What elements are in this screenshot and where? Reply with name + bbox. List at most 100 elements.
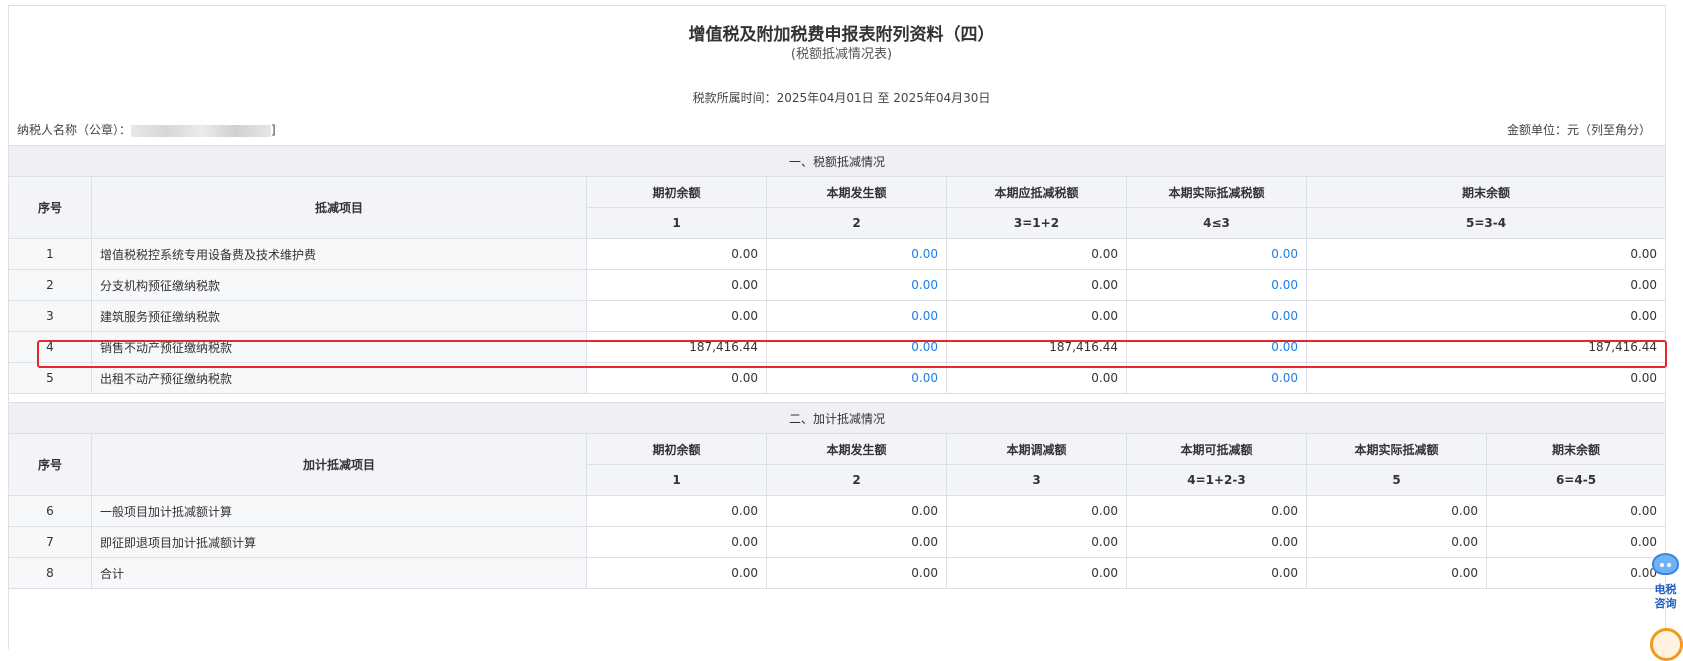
col-formula: 1 <box>586 207 767 239</box>
cell-value: 0.00 <box>586 362 767 394</box>
cell-value: 0.00 <box>1485 526 1667 558</box>
cell-link[interactable]: 0.00 <box>766 331 947 363</box>
row-item: 一般项目加计抵减额计算 <box>91 495 587 527</box>
table-row-highlighted: 4 销售不动产预征缴纳税款 187,416.44 0.00 187,416.44… <box>8 331 1667 363</box>
amount-unit: 金额单位：元（列至角分） <box>1506 123 1651 137</box>
table-row: 6 一般项目加计抵减额计算 0.00 0.00 0.00 0.00 0.00 0… <box>8 495 1667 527</box>
cell-value: 0.00 <box>1126 526 1307 558</box>
cell-value: 0.00 <box>1485 557 1667 589</box>
cell-value: 0.00 <box>946 300 1127 332</box>
col-header: 期初余额 <box>586 433 767 465</box>
cell-value: 0.00 <box>586 557 767 589</box>
row-item: 合计 <box>91 557 587 589</box>
cell-value: 0.00 <box>1485 495 1667 527</box>
row-item: 分支机构预征缴纳税款 <box>91 269 587 301</box>
col-item: 抵减项目 <box>91 176 587 239</box>
table-row: 1 增值税税控系统专用设备费及技术维护费 0.00 0.00 0.00 0.00… <box>8 238 1667 270</box>
cell-value: 0.00 <box>586 526 767 558</box>
table-row: 5 出租不动产预征缴纳税款 0.00 0.00 0.00 0.00 0.00 <box>8 362 1667 394</box>
row-item: 增值税税控系统专用设备费及技术维护费 <box>91 238 587 270</box>
cell-link[interactable]: 0.00 <box>1126 331 1307 363</box>
assistant-line1: 电税 <box>1654 583 1677 596</box>
cell-link[interactable]: 0.00 <box>1126 362 1307 394</box>
cell-value: 0.00 <box>1305 300 1667 332</box>
cell-value: 0.00 <box>1306 526 1487 558</box>
col-header: 本期可抵减额 <box>1126 433 1307 465</box>
cell-value: 0.00 <box>1126 495 1307 527</box>
col-header: 本期发生额 <box>766 176 947 208</box>
section-header: 一、税额抵减情况 <box>7 145 1667 177</box>
cell-link[interactable]: 0.00 <box>766 238 947 270</box>
cell-value: 0.00 <box>946 238 1127 270</box>
row-seq: 8 <box>8 557 92 589</box>
section1-title: 一、税额抵减情况 <box>7 145 1667 177</box>
col-header: 期末余额 <box>1485 433 1667 465</box>
col-formula: 2 <box>766 464 947 496</box>
taxpayer-suffix: ] <box>271 123 276 137</box>
col-formula: 4=1+2-3 <box>1126 464 1307 496</box>
robot-icon <box>1652 553 1679 575</box>
col-header: 本期实际抵减税额 <box>1126 176 1307 208</box>
cell-value: 187,416.44 <box>586 331 767 363</box>
cell-value: 0.00 <box>946 526 1127 558</box>
taxpayer-label: 纳税人名称（公章）： <box>17 123 132 137</box>
cell-link[interactable]: 0.00 <box>1126 300 1307 332</box>
row-seq: 6 <box>8 495 92 527</box>
cell-link[interactable]: 0.00 <box>766 269 947 301</box>
assistant-label: 电税 咨询 <box>1648 583 1683 611</box>
column-header-row: 序号 加计抵减项目 期初余额 本期发生额 本期调减额 本期可抵减额 本期实际抵减… <box>8 433 1667 496</box>
page-title: 增值税及附加税费申报表附列资料（四） <box>688 25 995 45</box>
col-formula: 5=3-4 <box>1305 207 1667 239</box>
cell-value: 0.00 <box>766 495 947 527</box>
cell-value: 0.00 <box>1126 557 1307 589</box>
cell-value: 0.00 <box>946 362 1127 394</box>
cell-link[interactable]: 0.00 <box>1126 269 1307 301</box>
row-item: 出租不动产预征缴纳税款 <box>91 362 587 394</box>
chat-icon[interactable] <box>1650 628 1683 661</box>
deduction-table: 一、税额抵减情况 序号 抵减项目 期初余额 本期发生额 本期应抵减税额 本期实际… <box>7 145 1667 394</box>
cell-value: 0.00 <box>1306 557 1487 589</box>
taxpayer-name: 纳税人名称（公章）：] <box>17 121 276 138</box>
col-item: 加计抵减项目 <box>91 433 587 496</box>
tax-assistant-widget[interactable]: 电税 咨询 <box>1648 553 1683 661</box>
cell-value: 0.00 <box>1305 238 1667 270</box>
cell-value: 0.00 <box>1305 269 1667 301</box>
cell-value: 0.00 <box>946 495 1127 527</box>
col-formula: 5 <box>1306 464 1487 496</box>
cell-value: 0.00 <box>766 557 947 589</box>
col-formula: 3 <box>946 464 1127 496</box>
col-header: 本期实际抵减额 <box>1306 433 1487 465</box>
row-item: 销售不动产预征缴纳税款 <box>91 331 587 363</box>
col-header: 期初余额 <box>586 176 767 208</box>
table-row: 8 合计 0.00 0.00 0.00 0.00 0.00 0.00 <box>8 557 1667 589</box>
page-subtitle: (税额抵减情况表) <box>790 47 893 62</box>
cell-value: 0.00 <box>586 238 767 270</box>
cell-value: 187,416.44 <box>946 331 1127 363</box>
cell-value: 0.00 <box>586 269 767 301</box>
column-header-row: 序号 抵减项目 期初余额 本期发生额 本期应抵减税额 本期实际抵减税额 期末余额 <box>8 176 1667 239</box>
cell-link[interactable]: 0.00 <box>766 300 947 332</box>
col-seq: 序号 <box>8 176 92 239</box>
cell-link[interactable]: 0.00 <box>766 362 947 394</box>
additional-deduction-table: 二、加计抵减情况 序号 加计抵减项目 期初余额 本期发生额 本期调减额 本期可抵… <box>7 402 1667 589</box>
cell-value: 0.00 <box>586 300 767 332</box>
col-header: 期末余额 <box>1305 176 1667 208</box>
assistant-line2: 咨询 <box>1654 597 1677 610</box>
col-formula: 1 <box>586 464 767 496</box>
col-seq: 序号 <box>8 433 92 496</box>
table-row: 3 建筑服务预征缴纳税款 0.00 0.00 0.00 0.00 0.00 <box>8 300 1667 332</box>
table-row: 2 分支机构预征缴纳税款 0.00 0.00 0.00 0.00 0.00 <box>8 269 1667 301</box>
cell-value: 0.00 <box>1306 495 1487 527</box>
col-formula: 2 <box>766 207 947 239</box>
cell-value: 187,416.44 <box>1305 331 1667 363</box>
col-header: 本期应抵减税额 <box>946 176 1127 208</box>
col-formula: 3=1+2 <box>946 207 1127 239</box>
redacted-name <box>131 124 272 137</box>
table-row: 7 即征即退项目加计抵减额计算 0.00 0.00 0.00 0.00 0.00… <box>8 526 1667 558</box>
row-seq: 5 <box>8 362 92 394</box>
cell-link[interactable]: 0.00 <box>1126 238 1307 270</box>
row-seq: 3 <box>8 300 92 332</box>
row-item: 即征即退项目加计抵减额计算 <box>91 526 587 558</box>
row-seq: 1 <box>8 238 92 270</box>
col-header: 本期发生额 <box>766 433 947 465</box>
